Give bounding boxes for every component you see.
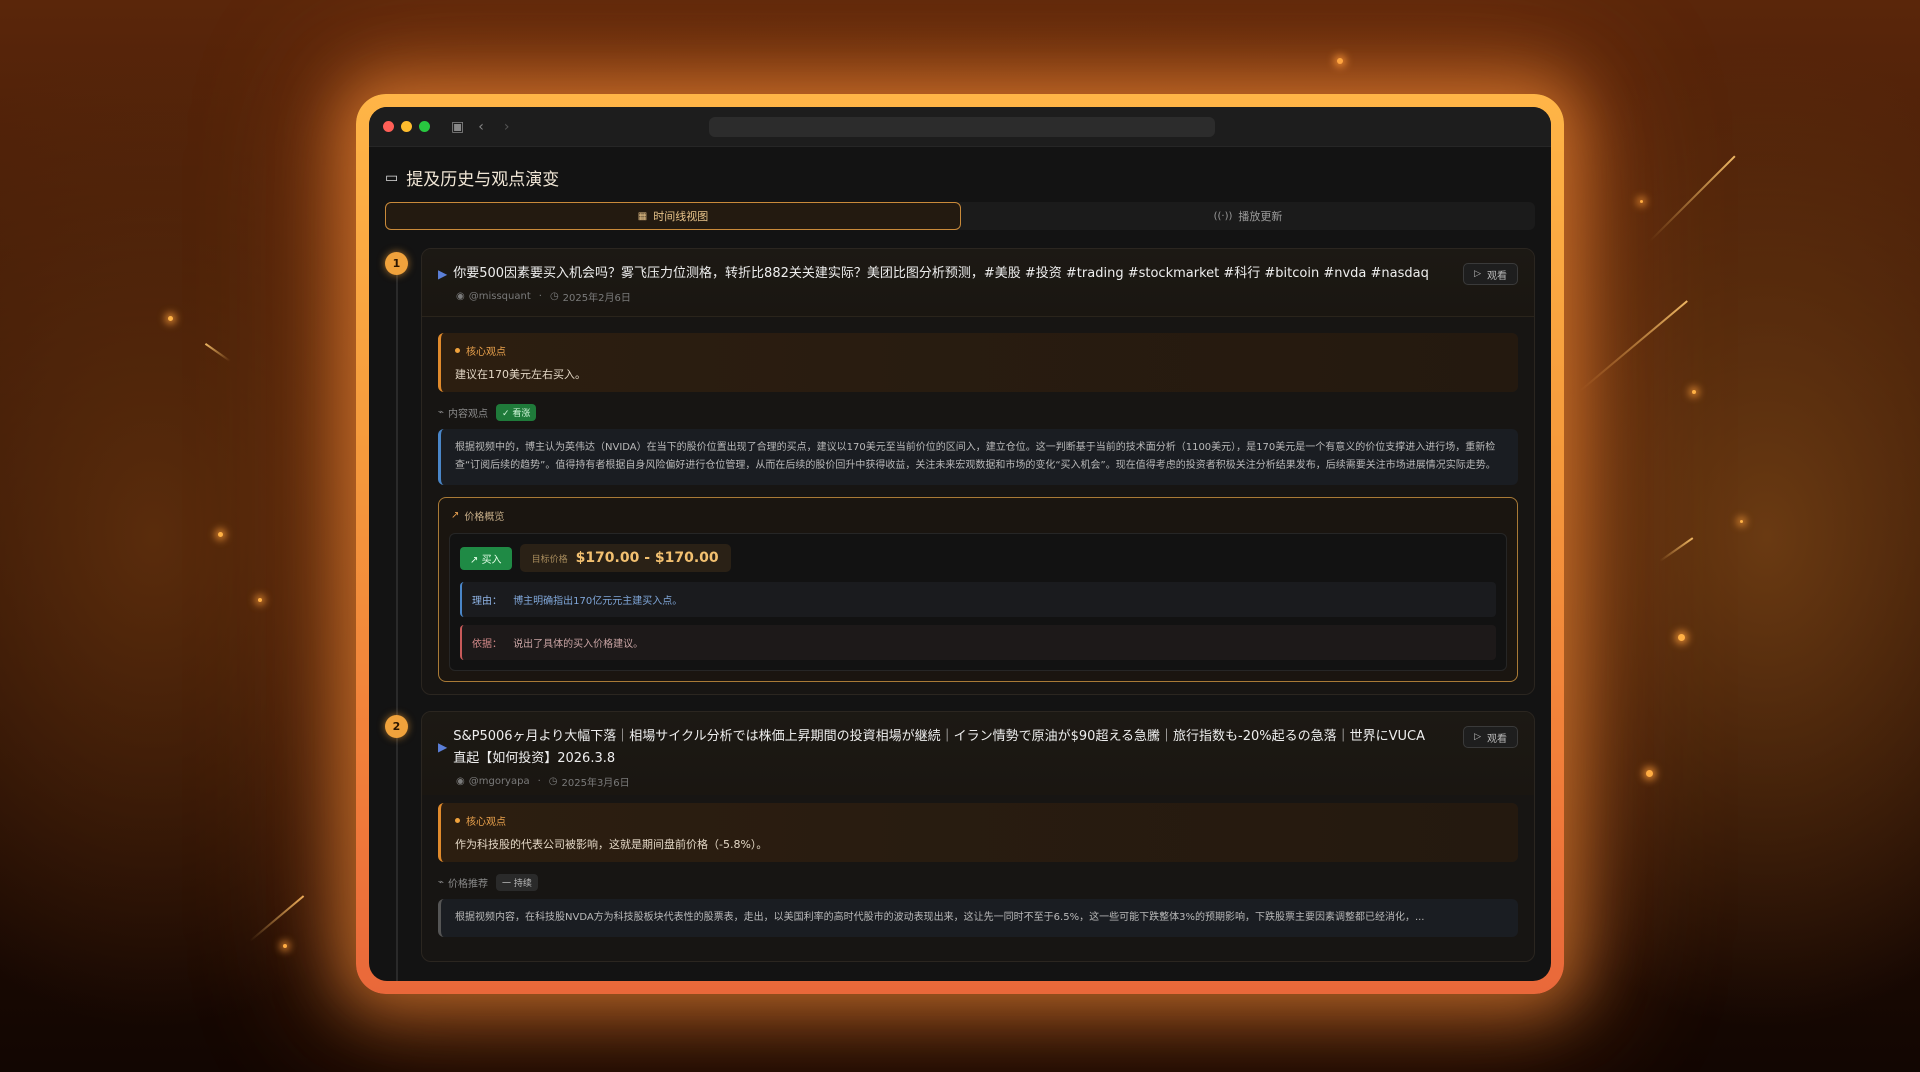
clock-icon: ◷ (549, 291, 559, 302)
author-handle[interactable]: @missquant (469, 291, 531, 302)
bullet-dot-icon (455, 348, 460, 353)
clock-icon: ◷ (548, 776, 558, 787)
core-opinion: 核心观点 作为科技股的代表公司被影响，这就是期间盘前价格（-5.8%）。 (438, 803, 1518, 862)
video-icon: ▶ (438, 740, 448, 754)
author-handle[interactable]: @mgoryapa (469, 776, 530, 787)
card-header: ▶ 你要500因素要买入机会吗？雾飞压力位测格，转折比882关关建实际？美团比图… (422, 249, 1534, 317)
card-body: 核心观点 建议在170美元左右买入。 ⌁ 内容观点 ✓ 看涨 根据视频中的，博主… (422, 317, 1534, 694)
back-arrow-icon[interactable]: ‹ (478, 119, 484, 135)
opinion-quote: 根据视频中的，博主认为英伟达（NVIDA）在当下的股价位置出现了合理的买点，建议… (438, 429, 1518, 485)
page-title: ▭ 提及历史与观点演变 (385, 165, 1535, 191)
publish-date: 2025年2月6日 (562, 293, 631, 304)
timeline-index-badge: 1 (385, 252, 408, 275)
broadcast-icon: ◉ (456, 776, 465, 787)
link-icon: ⌁ (438, 877, 445, 888)
minimize-window-button[interactable] (401, 121, 412, 132)
timeline-index-badge: 2 (385, 715, 408, 738)
mention-card: ▶ S&P5006ヶ月より大幅下落｜相場サイクル分析では株価上昇期間の投資相場が… (421, 711, 1535, 962)
card-body: 核心观点 作为科技股的代表公司被影响，这就是期间盘前价格（-5.8%）。 ⌁ 价… (422, 795, 1534, 961)
forward-arrow-icon[interactable]: › (504, 119, 510, 135)
price-overview: ↗ 价格概览 ↗ 买入 目标价格 $170.00 - $170.00 理由： 博… (438, 497, 1518, 682)
tab-timeline[interactable]: ▦ 时间线视图 (385, 202, 961, 230)
close-window-button[interactable] (383, 121, 394, 132)
video-icon: ▶ (438, 267, 448, 281)
publish-date: 2025年3月6日 (561, 778, 630, 789)
tab-broadcast[interactable]: ((·)) 播放更新 (961, 202, 1535, 230)
content-opinion-label: ⌁ 价格推荐 一 持续 (438, 874, 1518, 891)
broadcast-icon: ◉ (456, 291, 465, 302)
view-tabs: ▦ 时间线视图 ((·)) 播放更新 (385, 202, 1535, 230)
price-range: 目标价格 $170.00 - $170.00 (519, 544, 731, 572)
calendar-icon: ▦ (637, 210, 648, 222)
opinion-quote: 根据视频内容，在科技股NVDA方为科技股板块代表性的股票表，走出，以美国利率的高… (438, 899, 1518, 937)
core-opinion-text: 作为科技股的代表公司被影响，这就是期间盘前价格（-5.8%）。 (455, 838, 768, 851)
video-camera-icon: ▭ (385, 169, 399, 186)
play-icon: ▷ (1474, 269, 1481, 279)
link-icon: ⌁ (438, 407, 445, 418)
page-title-text: 提及历史与观点演变 (406, 170, 560, 190)
timeline-item: 1 ▶ 你要500因素要买入机会吗？雾飞压力位测格，转折比882关关建实际？美团… (385, 248, 1535, 695)
sentiment-badge: ✓ 看涨 (496, 404, 537, 421)
trend-up-icon: ↗ (451, 510, 460, 521)
action-badge: ↗ 买入 (460, 546, 512, 570)
video-meta: ◉ @missquant · ◷ 2025年2月6日 (456, 291, 631, 304)
price-basis: 依据： 说出了具体的买入价格建议。 (460, 625, 1496, 660)
content-opinion-label: ⌁ 内容观点 ✓ 看涨 (438, 404, 1518, 421)
video-meta: ◉ @mgoryapa · ◷ 2025年3月6日 (456, 776, 630, 789)
sidebar-toggle-icon[interactable]: ▣ (451, 119, 464, 135)
title-bar: ▣ ‹ › (369, 107, 1551, 147)
core-opinion: 核心观点 建议在170美元左右买入。 (438, 333, 1518, 392)
price-reason: 理由： 博主明确指出170亿元元主建买入点。 (460, 582, 1496, 617)
watch-button[interactable]: ▷ 观看 (1463, 726, 1518, 748)
main-content: ▭ 提及历史与观点演变 ▦ 时间线视图 ((·)) 播放更新 1 ▶ 你要500… (369, 147, 1551, 981)
core-opinion-text: 建议在170美元左右买入。 (455, 368, 586, 381)
video-title[interactable]: ▶ 你要500因素要买入机会吗？雾飞压力位测格，转折比882关关建实际？美团比图… (438, 263, 1518, 285)
video-title[interactable]: ▶ S&P5006ヶ月より大幅下落｜相場サイクル分析では株価上昇期間の投資相場が… (438, 726, 1518, 770)
play-icon: ▷ (1474, 732, 1481, 742)
mention-card: ▶ 你要500因素要买入机会吗？雾飞压力位测格，转折比882关关建实际？美团比图… (421, 248, 1535, 695)
bullet-dot-icon (455, 818, 460, 823)
watch-button[interactable]: ▷ 观看 (1463, 263, 1518, 285)
card-header: ▶ S&P5006ヶ月より大幅下落｜相場サイクル分析では株価上昇期間の投資相場が… (422, 712, 1534, 795)
timeline-item: 2 ▶ S&P5006ヶ月より大幅下落｜相場サイクル分析では株価上昇期間の投資相… (385, 711, 1535, 962)
app-window: ▣ ‹ › ▭ 提及历史与观点演变 ▦ 时间线视图 ((·)) 播放更新 1 ▶… (369, 107, 1551, 981)
app-window-frame: ▣ ‹ › ▭ 提及历史与观点演变 ▦ 时间线视图 ((·)) 播放更新 1 ▶… (356, 94, 1564, 994)
timeline: 1 ▶ 你要500因素要买入机会吗？雾飞压力位测格，转折比882关关建实际？美团… (385, 248, 1535, 981)
maximize-window-button[interactable] (419, 121, 430, 132)
address-bar[interactable] (709, 117, 1215, 137)
sentiment-badge: 一 持续 (496, 874, 538, 891)
broadcast-icon: ((·)) (1213, 210, 1233, 222)
